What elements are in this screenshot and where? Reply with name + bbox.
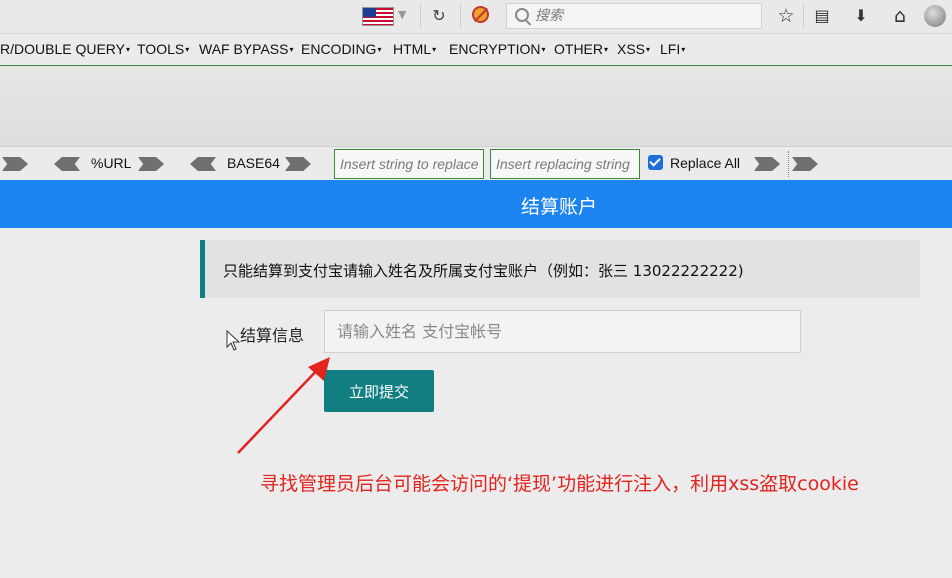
toolbar-divider: [420, 4, 421, 28]
page-header: 结算账户: [0, 180, 952, 228]
notice-text: 只能结算到支付宝请输入姓名及所属支付宝账户（例如：张三 13022222222): [223, 262, 744, 280]
arrow-right-icon[interactable]: [2, 157, 28, 171]
url-encode-label: %URL: [91, 155, 132, 171]
browser-toolbar: ▼ ↻ ☆ ▤ ⬇ ⌂: [0, 0, 952, 34]
replace-all-checkbox[interactable]: [648, 155, 663, 170]
home-icon[interactable]: ⌂: [887, 3, 913, 29]
menu-waf-bypass[interactable]: WAF BYPASS▾: [199, 41, 293, 57]
arrow-left-icon[interactable]: [190, 157, 216, 171]
download-icon[interactable]: ⬇: [848, 3, 874, 29]
hackbar-url-area[interactable]: [0, 66, 952, 146]
search-bar[interactable]: [506, 3, 762, 29]
base64-label: BASE64: [227, 155, 280, 171]
mouse-cursor-icon: [226, 330, 241, 351]
arrow-right-icon[interactable]: [285, 157, 311, 171]
submit-button[interactable]: 立即提交: [324, 370, 434, 412]
annotation-text: 寻找管理员后台可能会访问的‘提现’功能进行注入，利用xss盗取cookie: [260, 473, 859, 495]
annotation-arrow-icon: [237, 357, 330, 454]
arrow-left-icon[interactable]: [54, 157, 80, 171]
us-flag-icon[interactable]: [362, 7, 394, 26]
account-info-input[interactable]: [324, 310, 801, 353]
toolbar-divider: [803, 4, 804, 28]
account-info-label: 结算信息: [240, 326, 305, 345]
toolbar-divider: [788, 151, 790, 177]
find-string-input[interactable]: [334, 149, 484, 179]
chevron-down-icon[interactable]: ▼: [398, 8, 406, 21]
reload-icon[interactable]: ↻: [426, 4, 452, 28]
menu-other[interactable]: OTHER▾: [554, 41, 608, 57]
menu-union-double-query[interactable]: R/DOUBLE QUERY▾: [0, 41, 130, 57]
notice-box: 只能结算到支付宝请输入姓名及所属支付宝账户（例如：张三 13022222222): [200, 240, 920, 298]
menu-html[interactable]: HTML▾: [393, 41, 436, 57]
replace-all-label: Replace All: [670, 155, 741, 171]
page-title: 结算账户: [520, 196, 597, 218]
arrow-right-icon[interactable]: [138, 157, 164, 171]
search-icon: [515, 8, 529, 22]
menu-tools[interactable]: TOOLS▾: [137, 41, 189, 57]
toolbar-divider: [460, 4, 461, 28]
search-input[interactable]: [535, 5, 755, 27]
replace-string-input[interactable]: [490, 149, 640, 179]
reader-icon[interactable]: ▤: [809, 3, 835, 29]
hackbar-menu: R/DOUBLE QUERY▾ TOOLS▾ WAF BYPASS▾ ENCOD…: [0, 34, 952, 66]
arrow-right-icon[interactable]: [792, 157, 818, 171]
menu-xss[interactable]: XSS▾: [617, 41, 650, 57]
hackbar-toolbar: %URL BASE64 Replace All: [0, 146, 952, 181]
menu-encryption[interactable]: ENCRYPTION▾: [449, 41, 546, 57]
noscript-icon[interactable]: [472, 6, 489, 23]
arrow-right-icon[interactable]: [754, 157, 780, 171]
avatar[interactable]: [924, 5, 946, 27]
menu-encoding[interactable]: ENCODING▾: [301, 41, 381, 57]
bookmark-star-icon[interactable]: ☆: [773, 3, 799, 29]
menu-lfi[interactable]: LFI▾: [660, 41, 685, 57]
